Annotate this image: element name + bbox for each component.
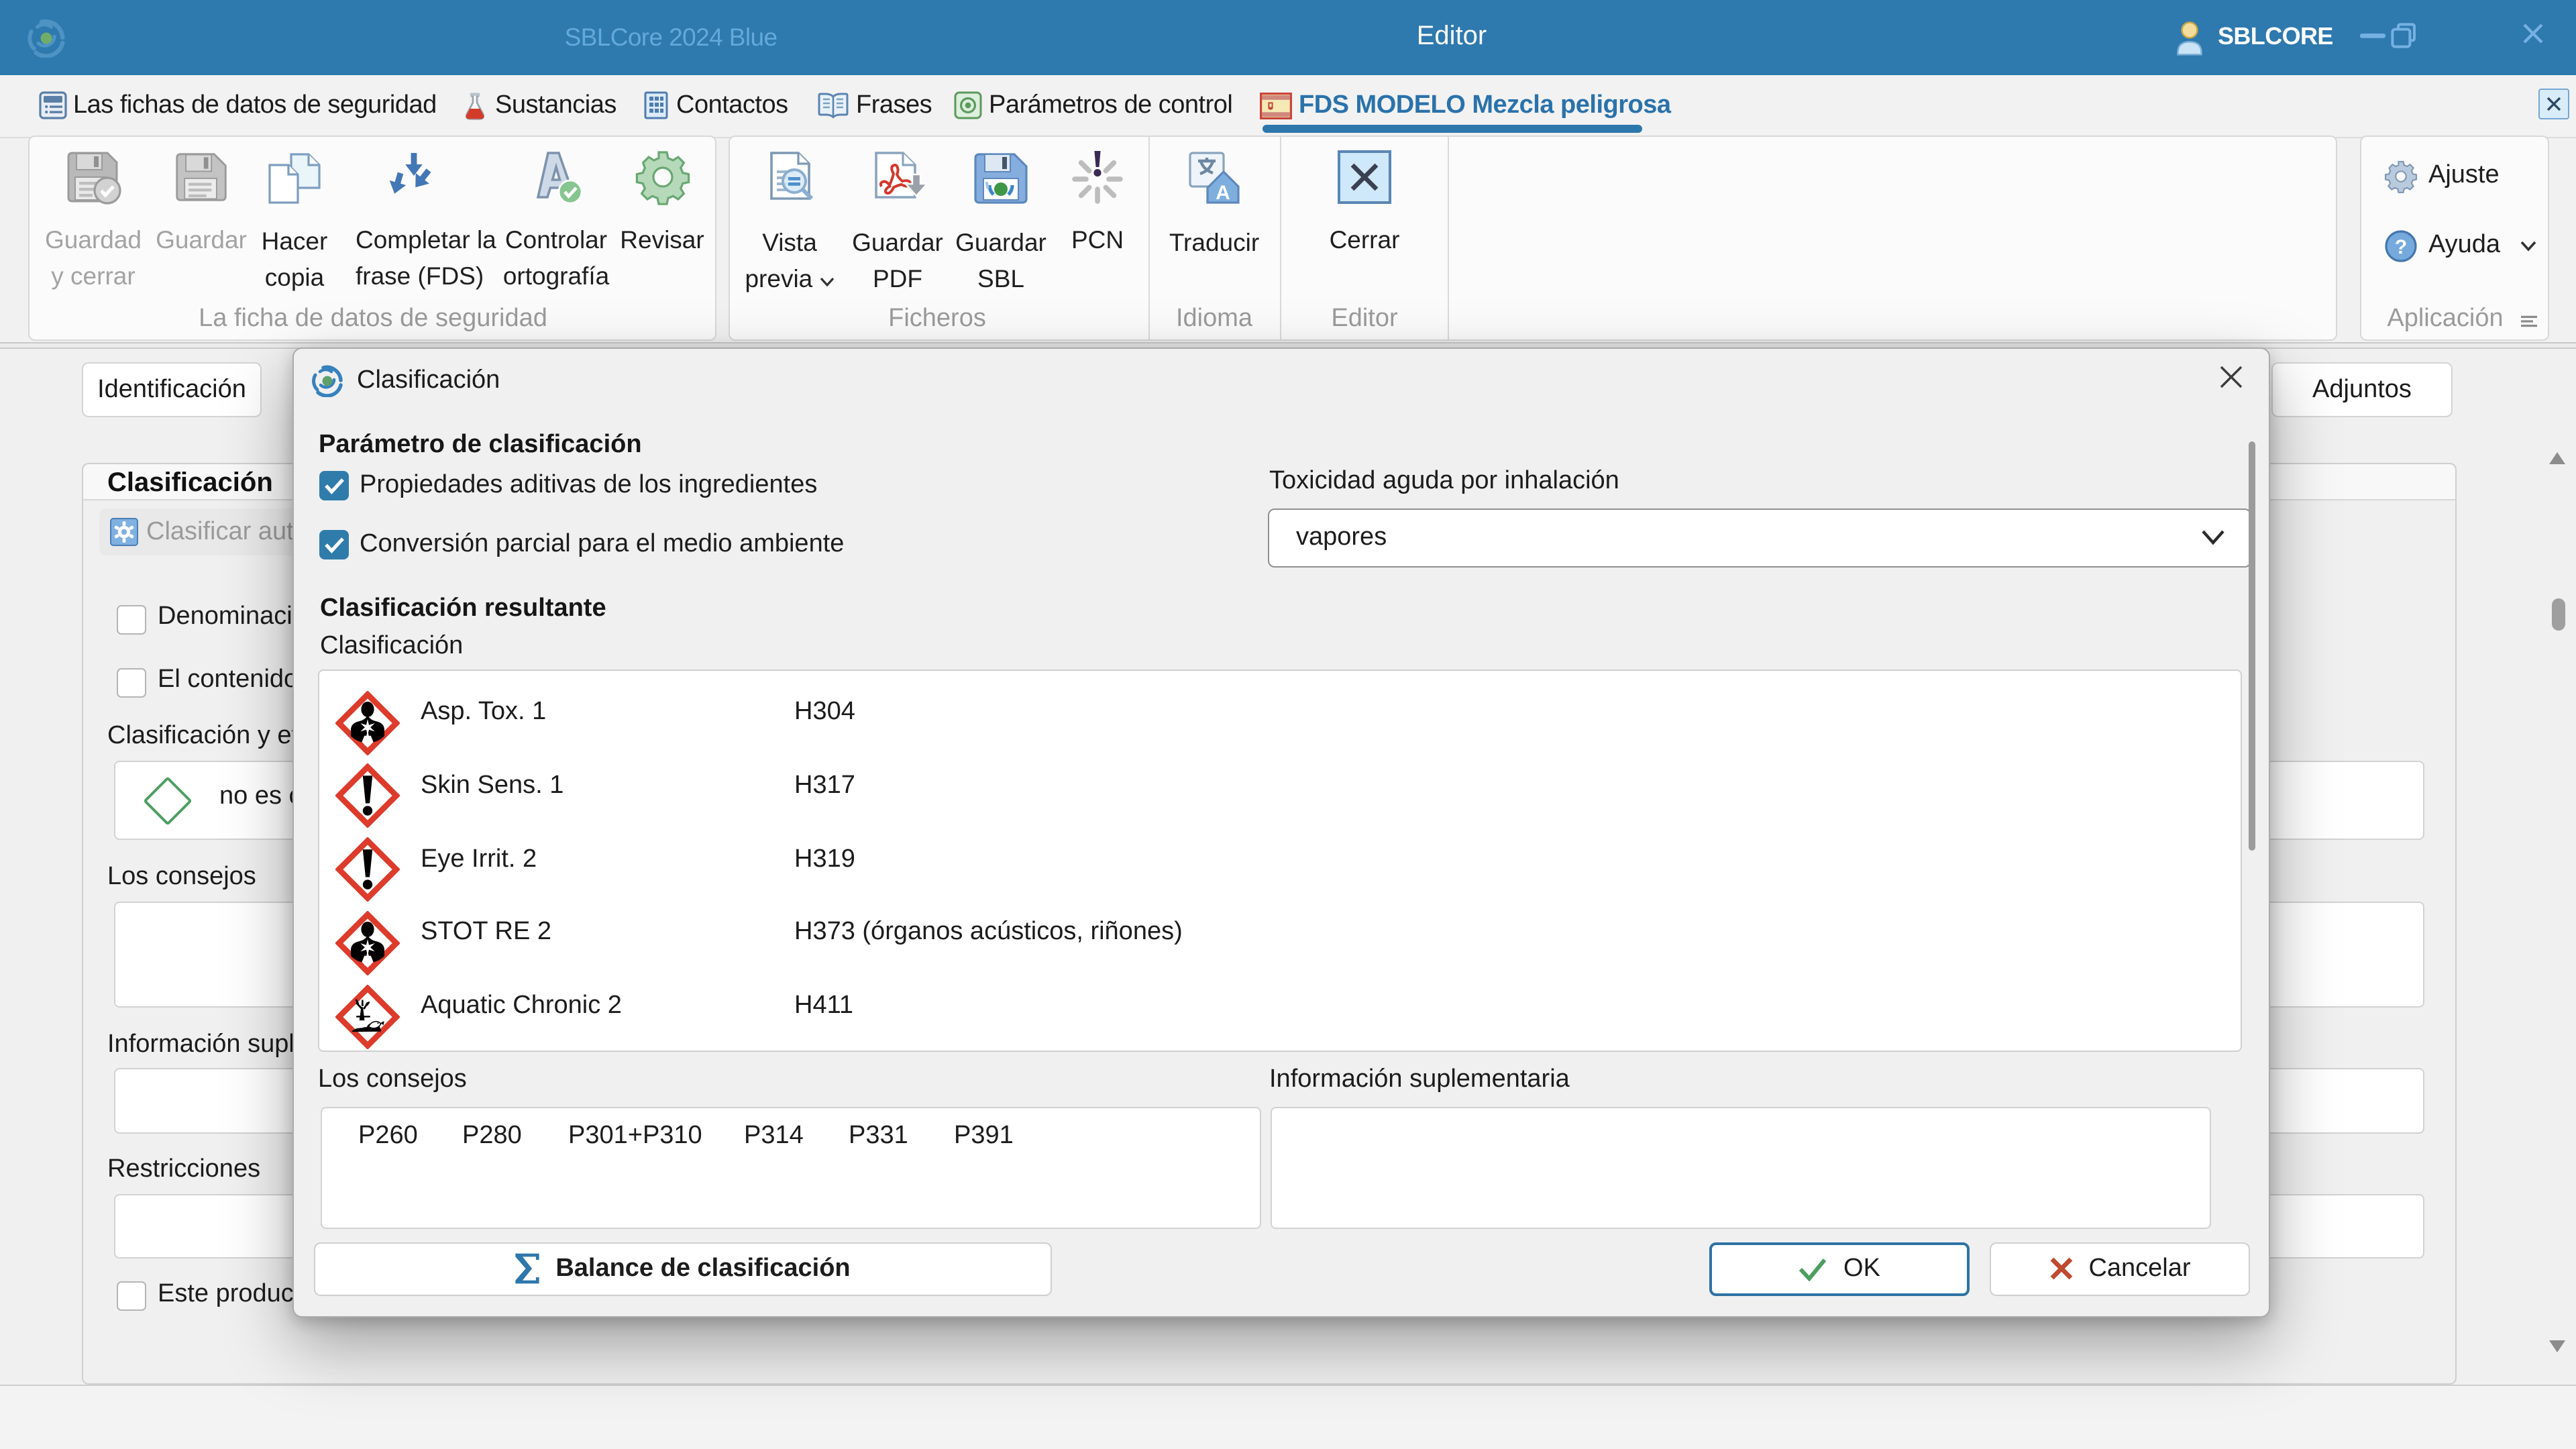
svg-text:A: A	[1216, 181, 1230, 203]
svg-text:?: ?	[2395, 235, 2407, 258]
